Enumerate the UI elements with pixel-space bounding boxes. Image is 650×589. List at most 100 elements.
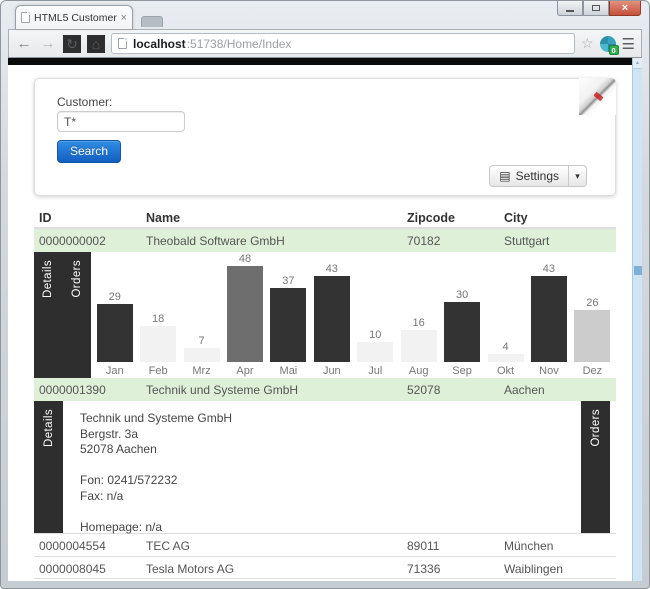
bar-month-label: Dez (583, 362, 603, 378)
table-row[interactable]: 0000000002 Theobald Software GmbH 70182 … (34, 229, 616, 252)
bar-value-label: 48 (239, 253, 251, 265)
bar-month-label: Mai (280, 362, 298, 378)
bookmark-star-icon[interactable]: ☆ (581, 35, 594, 52)
bar-value-label: 26 (586, 297, 598, 309)
bar-jun: 43 Jun (310, 252, 353, 378)
customer-input[interactable] (57, 111, 185, 132)
bar (488, 354, 524, 362)
bar-jul: 10Jul (354, 252, 397, 378)
bar (357, 342, 393, 362)
header-zipcode: Zipcode (402, 208, 499, 227)
bar-value-label: 10 (369, 329, 381, 341)
settings-button[interactable]: ▤ Settings (489, 165, 569, 187)
scrollbar[interactable]: ▲ (632, 58, 642, 581)
bar-sep: 30Sep (440, 252, 483, 378)
address-line (80, 504, 581, 520)
details-tab-button[interactable]: Details (34, 401, 63, 533)
details-tab-button[interactable]: Details (34, 252, 63, 378)
bar-feb: 18Feb (136, 252, 179, 378)
side-button-pair: Details Orders (34, 252, 91, 378)
bar (314, 276, 350, 362)
details-tab-label: Details (43, 409, 55, 447)
close-icon: × (622, 2, 628, 14)
cell-zipcode: 71336 (402, 557, 499, 578)
table-header-row: ID Name Zipcode City (34, 208, 616, 229)
bar-value-label: 18 (152, 313, 164, 325)
cell-city: Aachen (499, 378, 616, 401)
bar (401, 330, 437, 362)
forward-icon[interactable]: → (39, 35, 57, 53)
search-panel: Customer: Search ▤ Settings ▾ (34, 78, 616, 196)
bar-value-label: 29 (109, 291, 121, 303)
bar-value-label: 43 (326, 263, 338, 275)
page-document-icon (118, 38, 127, 49)
minimize-button[interactable] (557, 1, 583, 16)
maximize-button[interactable] (583, 1, 609, 16)
cell-id: 0000008045 (34, 557, 141, 578)
cell-name: Technik und Systeme GmbH (141, 378, 402, 401)
close-button[interactable]: × (609, 1, 641, 16)
page-top-bar (8, 58, 632, 65)
cell-zipcode: 52078 (402, 378, 499, 401)
address-bar[interactable]: localhost:51738/Home/Index (111, 33, 575, 54)
address-line: Fax: n/a (80, 489, 581, 505)
bar (97, 304, 133, 362)
home-icon[interactable]: ⌂ (87, 35, 105, 53)
orders-chart-section: Details Orders 29Jan18Feb7Mrz48Apr37Mai4… (34, 252, 616, 378)
bar-jan: 29Jan (93, 252, 136, 378)
bar-value-label: 43 (543, 263, 555, 275)
cell-name: TEC AG (141, 534, 402, 556)
reload-icon[interactable]: ↻ (63, 35, 81, 53)
address-line (80, 458, 581, 474)
scrollbar-thumb[interactable] (634, 266, 642, 275)
page-curl-corner[interactable] (579, 78, 616, 115)
tab-close-icon[interactable]: × (121, 13, 127, 23)
settings-label: Settings (516, 169, 559, 183)
minimize-icon (566, 10, 574, 12)
bar (574, 310, 610, 362)
page-content: Customer: Search ▤ Settings ▾ (8, 65, 632, 581)
customer-label: Customer: (57, 95, 112, 109)
bar-value-label: 7 (198, 335, 204, 347)
extension-icon[interactable]: 0 (600, 36, 616, 52)
address-line: Bergstr. 3a (80, 427, 581, 443)
table-row[interactable]: 0000001390 Technik und Systeme GmbH 5207… (34, 378, 616, 401)
browser-toolbar: ← → ↻ ⌂ localhost:51738/Home/Index ☆ 0 ☰ (8, 29, 642, 58)
customer-address-block: Technik und Systeme GmbHBergstr. 3a52078… (63, 401, 581, 533)
bar (227, 266, 263, 362)
bar (184, 348, 220, 362)
bar-aug: 16Aug (397, 252, 440, 378)
favicon-document-icon (21, 12, 30, 23)
bar-month-label: Jun (323, 362, 341, 378)
bar-month-label: Sep (452, 362, 472, 378)
browser-tab[interactable]: HTML5 Customer Info De × (15, 5, 133, 29)
orders-tab-button[interactable]: Orders (581, 401, 610, 533)
orders-tab-label: Orders (71, 260, 83, 298)
settings-button-group: ▤ Settings ▾ (489, 165, 587, 187)
scroll-up-icon[interactable]: ▲ (633, 58, 642, 69)
bar-value-label: 4 (502, 341, 508, 353)
bar (140, 326, 176, 362)
bar-apr: 48Apr (223, 252, 266, 378)
cell-zipcode: 89011 (402, 534, 499, 556)
new-tab-button[interactable] (141, 16, 163, 27)
curl-red-mark (593, 92, 603, 102)
address-line: Homepage: n/a (80, 520, 581, 536)
address-line: Fon: 0241/572232 (80, 473, 581, 489)
menu-icon[interactable]: ☰ (622, 35, 635, 53)
page-viewport: ▲ Customer: Search ▤ Settings ▾ (8, 58, 642, 581)
cell-id: 0000000002 (34, 229, 141, 252)
bar-month-label: Mrz (192, 362, 210, 378)
orders-tab-button[interactable]: Orders (63, 252, 92, 378)
back-icon[interactable]: ← (15, 35, 33, 53)
table-row[interactable]: 0000008045 Tesla Motors AG 71336 Waiblin… (34, 556, 616, 579)
tab-title: HTML5 Customer Info De (34, 12, 117, 24)
table-row[interactable]: 0000004554 TEC AG 89011 München (34, 533, 616, 556)
url-host: localhost (133, 37, 186, 51)
orders-tab-label: Orders (590, 409, 602, 447)
search-button[interactable]: Search (57, 140, 121, 163)
bar (270, 288, 306, 362)
bar-month-label: Aug (409, 362, 429, 378)
settings-dropdown-button[interactable]: ▾ (569, 165, 587, 187)
customer-table: ID Name Zipcode City 0000000002 Theobald… (34, 208, 616, 579)
